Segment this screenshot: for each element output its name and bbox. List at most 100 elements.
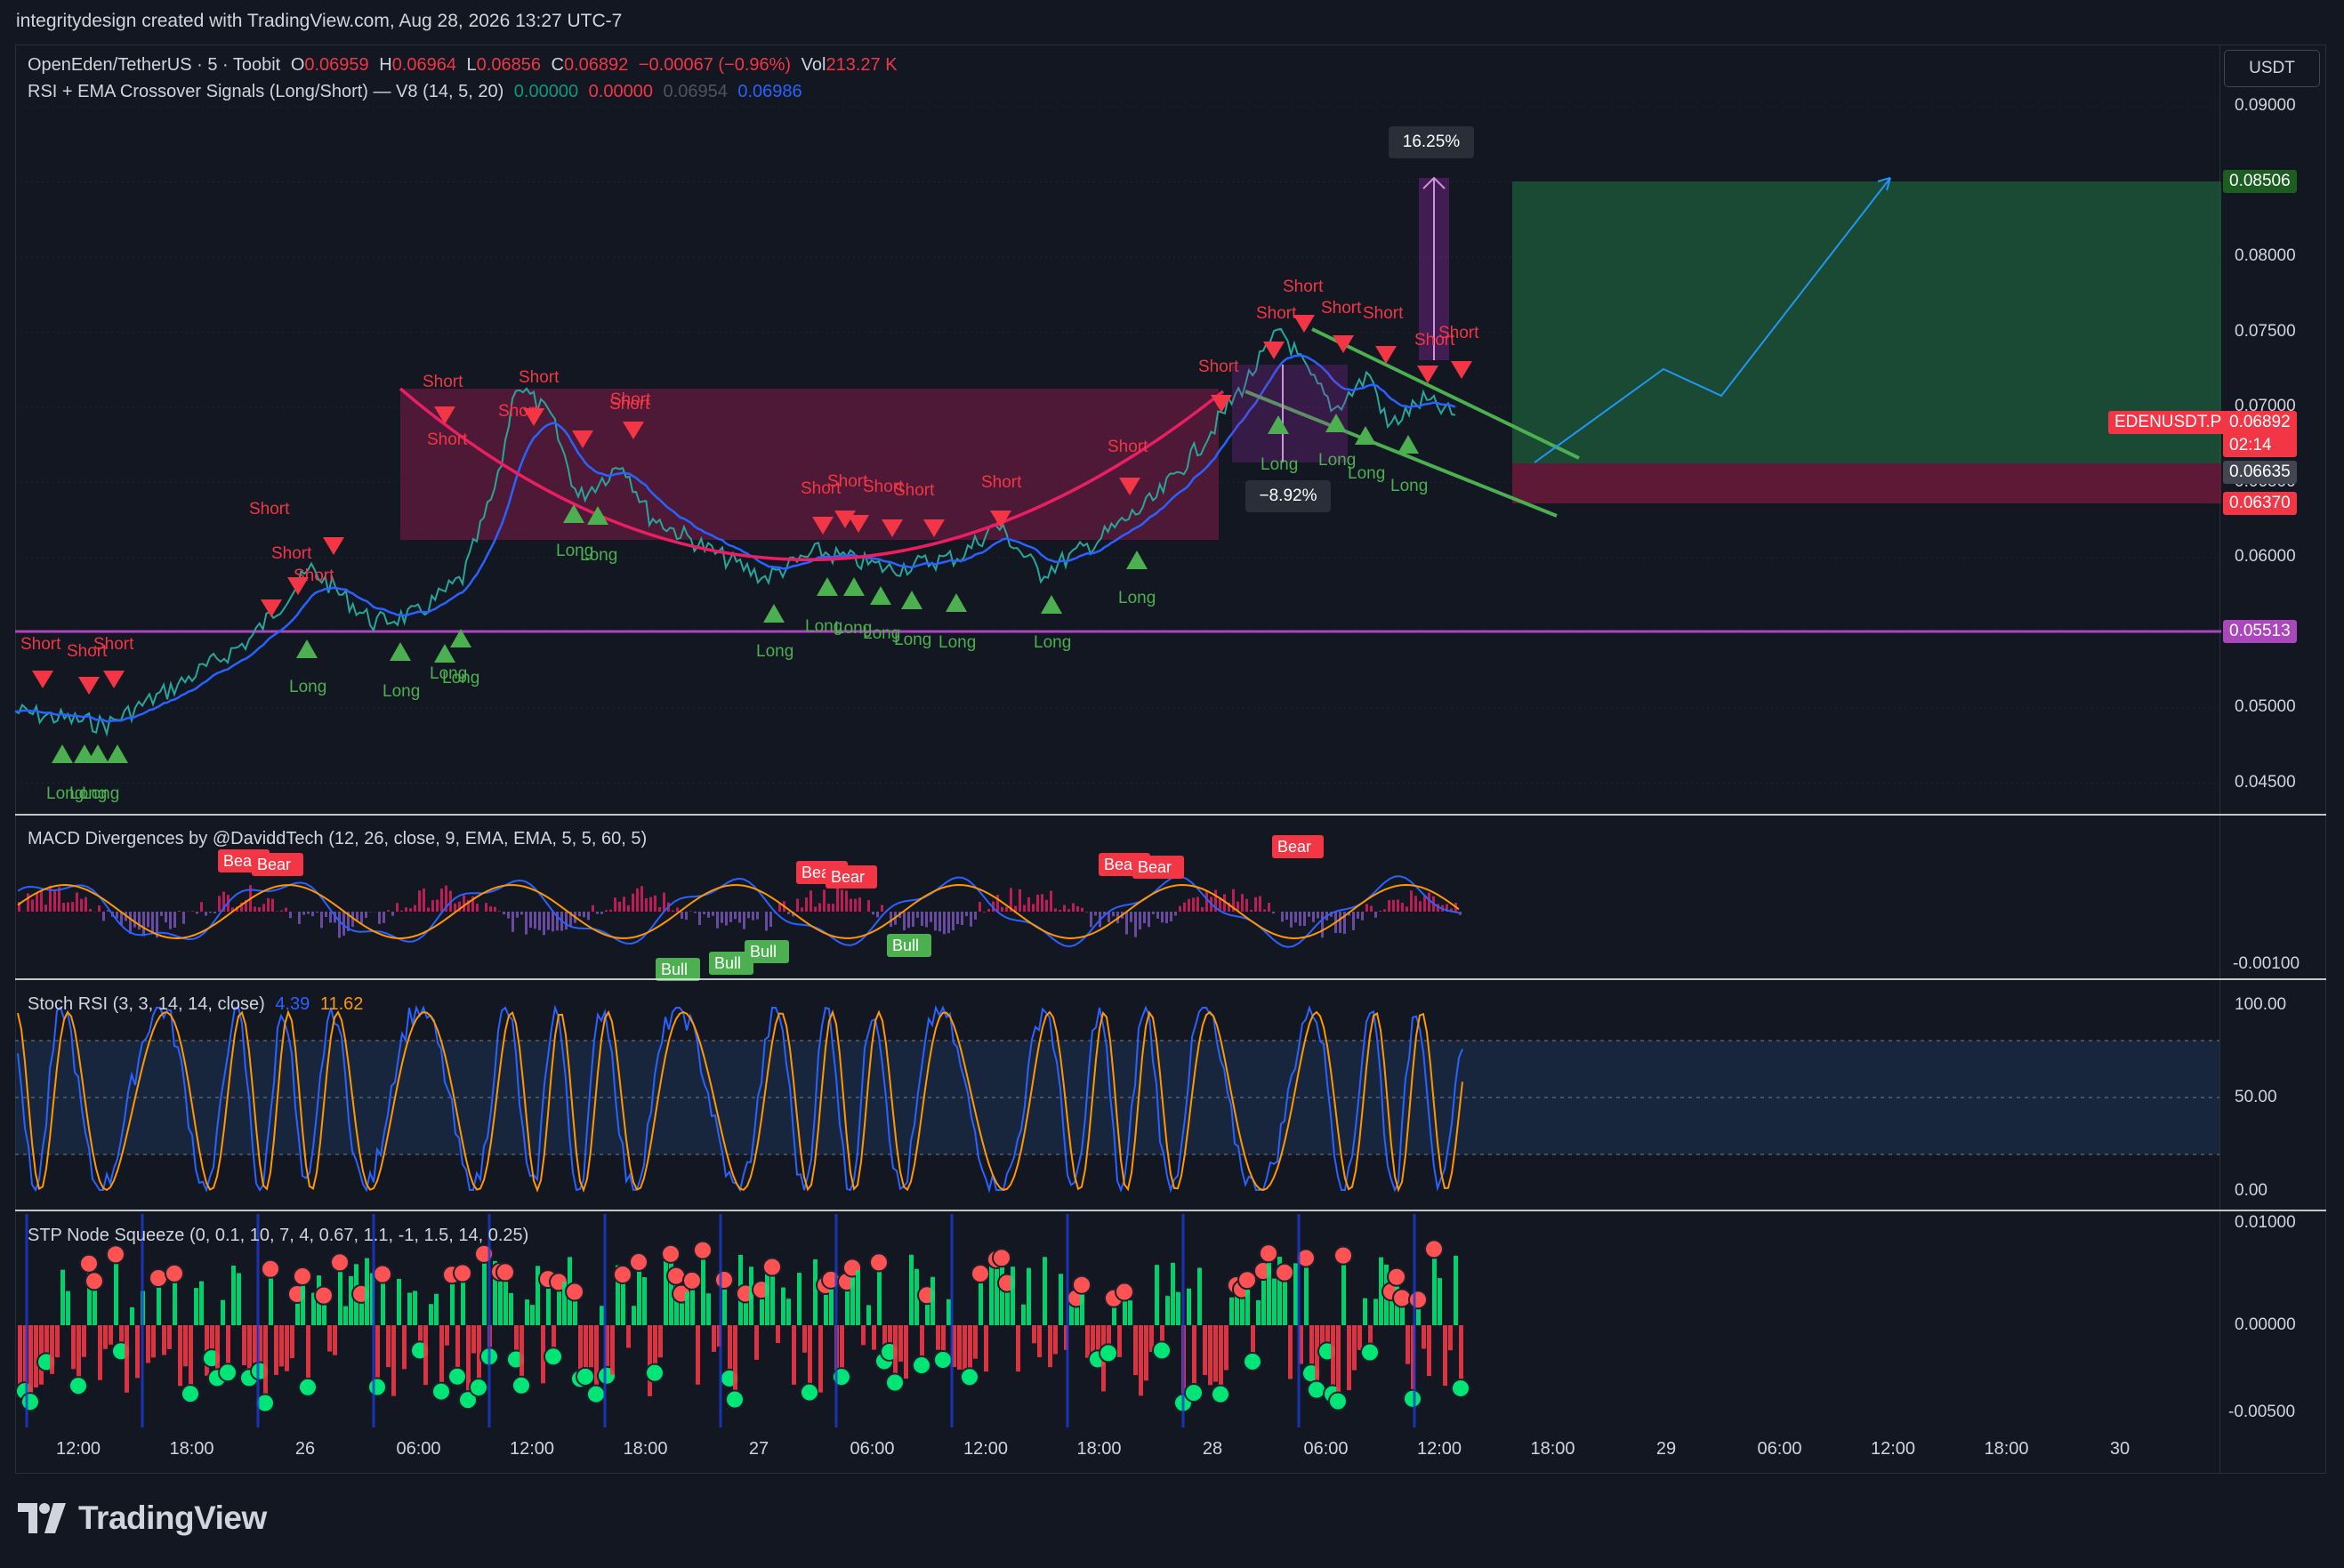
stp-bar: [66, 1291, 70, 1325]
chart-canvas[interactable]: Short ShortShortShortShortShortShortShort…: [0, 0, 2344, 1568]
macd-histogram-bar: [1059, 910, 1061, 912]
stp-bar: [957, 1325, 962, 1370]
macd-histogram-bar: [40, 890, 43, 912]
stp-bar: [1203, 1325, 1207, 1376]
stp-bar: [1224, 1325, 1228, 1371]
stp-bar: [685, 1291, 689, 1325]
stp-bar: [856, 1270, 860, 1325]
stp-bar: [749, 1266, 753, 1325]
macd-histogram-bar: [1388, 900, 1390, 912]
stp-node: [544, 1347, 563, 1367]
stp-bar: [850, 1275, 855, 1325]
long-signal-icon: [763, 604, 785, 623]
stp-bar: [1011, 1266, 1015, 1325]
stp-bar: [1032, 1325, 1036, 1344]
macd-histogram-bar: [289, 912, 292, 919]
stoch-name[interactable]: Stoch RSI (3, 3, 14, 14, close): [28, 994, 265, 1014]
stp-pane: [15, 1214, 1470, 1427]
stp-legend[interactable]: STP Node Squeeze (0, 0.1, 10, 7, 4, 0.67…: [28, 1226, 528, 1246]
long-signal-label: Long: [1348, 464, 1385, 483]
stp-node: [511, 1375, 531, 1395]
long-signal-icon: [1398, 435, 1419, 454]
macd-histogram-bar: [930, 912, 932, 922]
macd-histogram-bar: [1032, 904, 1035, 912]
stp-bar: [130, 1307, 134, 1325]
stp-bar: [125, 1325, 129, 1393]
macd-histogram-bar: [654, 895, 656, 912]
macd-histogram-bar: [729, 912, 732, 922]
stp-bar: [338, 1269, 342, 1325]
macd-histogram-bar: [285, 907, 287, 912]
macd-histogram-bar: [632, 893, 634, 912]
long-signal-label: Long: [1118, 589, 1156, 607]
measure-down-box: [1232, 365, 1348, 462]
stp-node: [373, 1264, 392, 1284]
pane-separator-stoch[interactable]: [15, 978, 2326, 980]
stp-node: [933, 1349, 953, 1370]
time-axis-label: 18:00: [1076, 1439, 1122, 1459]
currency-button[interactable]: USDT: [2224, 50, 2320, 87]
macd-histogram-bar: [752, 912, 754, 921]
short-signal-label: Short: [1108, 438, 1148, 456]
stp-bar: [327, 1325, 332, 1352]
short-signal-label: Short: [93, 635, 134, 654]
stp-bar: [1080, 1291, 1084, 1325]
stp-bar: [103, 1325, 108, 1349]
pane-separator-stp[interactable]: [15, 1210, 2326, 1211]
short-signal-label: Short: [20, 635, 61, 654]
macd-histogram-bar: [365, 912, 367, 919]
stp-node: [661, 1243, 681, 1264]
stp-bar: [1037, 1325, 1042, 1358]
long-signal-icon: [901, 591, 922, 609]
macd-histogram-bar: [996, 895, 999, 912]
macd-histogram-bar: [672, 910, 674, 912]
short-signal-icon: [1451, 361, 1472, 379]
bull-divergence-label: Bull: [714, 954, 741, 972]
macd-histogram-bar: [485, 903, 487, 912]
legend-open: 0.06959: [304, 55, 369, 75]
macd-histogram-bar: [689, 911, 692, 912]
macd-histogram-bar: [703, 912, 705, 914]
short-signal-label: Short: [519, 368, 560, 387]
stp-bar: [1283, 1279, 1287, 1325]
macd-histogram-bar: [1299, 912, 1301, 926]
macd-histogram-bar: [1045, 899, 1048, 912]
macd-histogram-bar: [685, 912, 688, 921]
stp-bar: [1331, 1325, 1335, 1387]
stp-bar: [888, 1325, 892, 1346]
macd-histogram-bar: [1179, 905, 1181, 912]
stp-bar: [872, 1325, 876, 1350]
macd-histogram-bar: [178, 910, 181, 912]
macd-histogram-bar: [623, 897, 625, 912]
stp-node: [181, 1384, 200, 1404]
tradingview-logo[interactable]: TradingView: [18, 1500, 267, 1537]
macd-legend[interactable]: MACD Divergences by @DaviddTech (12, 26,…: [28, 829, 647, 849]
bull-divergence-label: Bull: [661, 961, 688, 978]
stp-bar: [813, 1258, 818, 1325]
stp-node: [106, 1244, 125, 1265]
macd-histogram-bar: [832, 904, 834, 912]
macd-histogram-bar: [547, 912, 550, 930]
support-price-tag: 0.05513: [2223, 620, 2297, 643]
macd-histogram-bar: [1383, 909, 1386, 912]
stp-bar: [1128, 1300, 1132, 1325]
short-signal-label: Short: [1363, 304, 1404, 323]
stp-bar: [226, 1325, 230, 1366]
stp-bar: [210, 1325, 214, 1352]
macd-histogram-bar: [383, 912, 385, 923]
indicator-name[interactable]: RSI + EMA Crossover Signals (Long/Short)…: [28, 82, 503, 101]
stp-bar: [295, 1300, 300, 1325]
macd-histogram-bar: [80, 898, 83, 912]
macd-histogram-bar: [836, 888, 839, 912]
macd-histogram-bar: [934, 912, 937, 931]
stp-bar: [343, 1306, 348, 1325]
stp-bar: [466, 1325, 471, 1394]
stp-bar: [904, 1325, 908, 1379]
pane-separator-macd[interactable]: [15, 814, 2326, 816]
stp-bar: [18, 1325, 22, 1387]
legend-symbol[interactable]: OpenEden/TetherUS · 5 · Toobit: [28, 55, 280, 75]
stp-bar: [1117, 1325, 1122, 1357]
stp-bar: [1171, 1262, 1175, 1325]
stp-bar: [989, 1263, 994, 1325]
macd-histogram-bar: [520, 912, 523, 915]
